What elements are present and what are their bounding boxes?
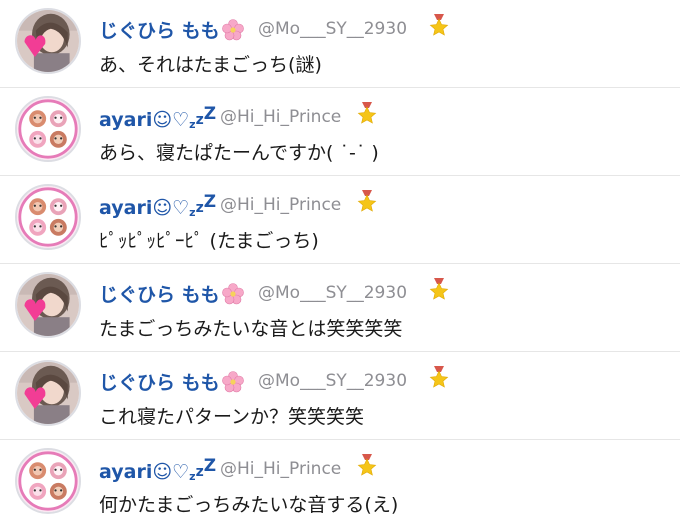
avatar[interactable]: [15, 360, 81, 426]
avatar[interactable]: [15, 448, 81, 514]
sleep-zzz-icon: zzZ: [189, 456, 217, 483]
star-medal-icon: [356, 190, 378, 212]
sleep-zzz-icon: zzZ: [189, 104, 217, 131]
user-handle[interactable]: @Mo___SY__2930: [258, 371, 407, 391]
sleep-zzz-icon: zzZ: [189, 192, 217, 219]
star-medal-icon: [356, 454, 378, 476]
reply-text: 何かたまごっちみたいな音する(え): [99, 494, 399, 516]
cherry-blossom-icon: [222, 283, 244, 305]
reply-post[interactable]: じぐひら もも @Mo___SY__2930 あ、それはたまごっち(謎): [0, 0, 680, 88]
reply-post[interactable]: ayari☺♡zzZ @Hi_Hi_Prince 何かたまごっちみたいな音する(…: [0, 440, 680, 532]
user-handle[interactable]: @Hi_Hi_Prince: [220, 107, 341, 127]
reply-text: あ、それはたまごっち(謎): [99, 54, 322, 76]
display-name[interactable]: じぐひら もも: [99, 368, 244, 395]
user-handle[interactable]: @Mo___SY__2930: [258, 283, 407, 303]
star-medal-icon: [428, 278, 450, 300]
star-medal-icon: [356, 102, 378, 124]
cherry-blossom-icon: [222, 371, 244, 393]
avatar[interactable]: [15, 184, 81, 250]
reply-post[interactable]: じぐひら もも @Mo___SY__2930 たまごっちみたいな音とは笑笑笑笑: [0, 264, 680, 352]
user-handle[interactable]: @Hi_Hi_Prince: [220, 459, 341, 479]
reply-post[interactable]: ayari☺♡zzZ @Hi_Hi_Prince あら、寝たぱたーんですか( ˙…: [0, 88, 680, 176]
user-handle[interactable]: @Mo___SY__2930: [258, 19, 407, 39]
display-name[interactable]: ayari☺♡zzZ: [99, 104, 216, 131]
reply-text: ﾋﾟｯﾋﾟｯﾋﾟｰﾋﾟ (たまごっち): [99, 230, 319, 252]
reply-text: これ寝たパターンか？笑笑笑笑: [99, 406, 365, 428]
display-name[interactable]: じぐひら もも: [99, 280, 244, 307]
reply-post[interactable]: じぐひら もも @Mo___SY__2930 これ寝たパターンか？笑笑笑笑: [0, 352, 680, 440]
display-name[interactable]: じぐひら もも: [99, 16, 244, 43]
cherry-blossom-icon: [222, 19, 244, 41]
display-name[interactable]: ayari☺♡zzZ: [99, 192, 216, 219]
reply-text: たまごっちみたいな音とは笑笑笑笑: [99, 318, 403, 340]
star-medal-icon: [428, 366, 450, 388]
display-name[interactable]: ayari☺♡zzZ: [99, 456, 216, 483]
reply-feed: じぐひら もも @Mo___SY__2930 あ、それはたまごっち(謎) aya…: [0, 0, 680, 532]
avatar[interactable]: [15, 272, 81, 338]
star-medal-icon: [428, 14, 450, 36]
reply-post[interactable]: ayari☺♡zzZ @Hi_Hi_Prince ﾋﾟｯﾋﾟｯﾋﾟｰﾋﾟ (たま…: [0, 176, 680, 264]
avatar[interactable]: [15, 96, 81, 162]
avatar[interactable]: [15, 8, 81, 74]
reply-text: あら、寝たぱたーんですか( ˙-˙ ): [99, 142, 379, 164]
user-handle[interactable]: @Hi_Hi_Prince: [220, 195, 341, 215]
